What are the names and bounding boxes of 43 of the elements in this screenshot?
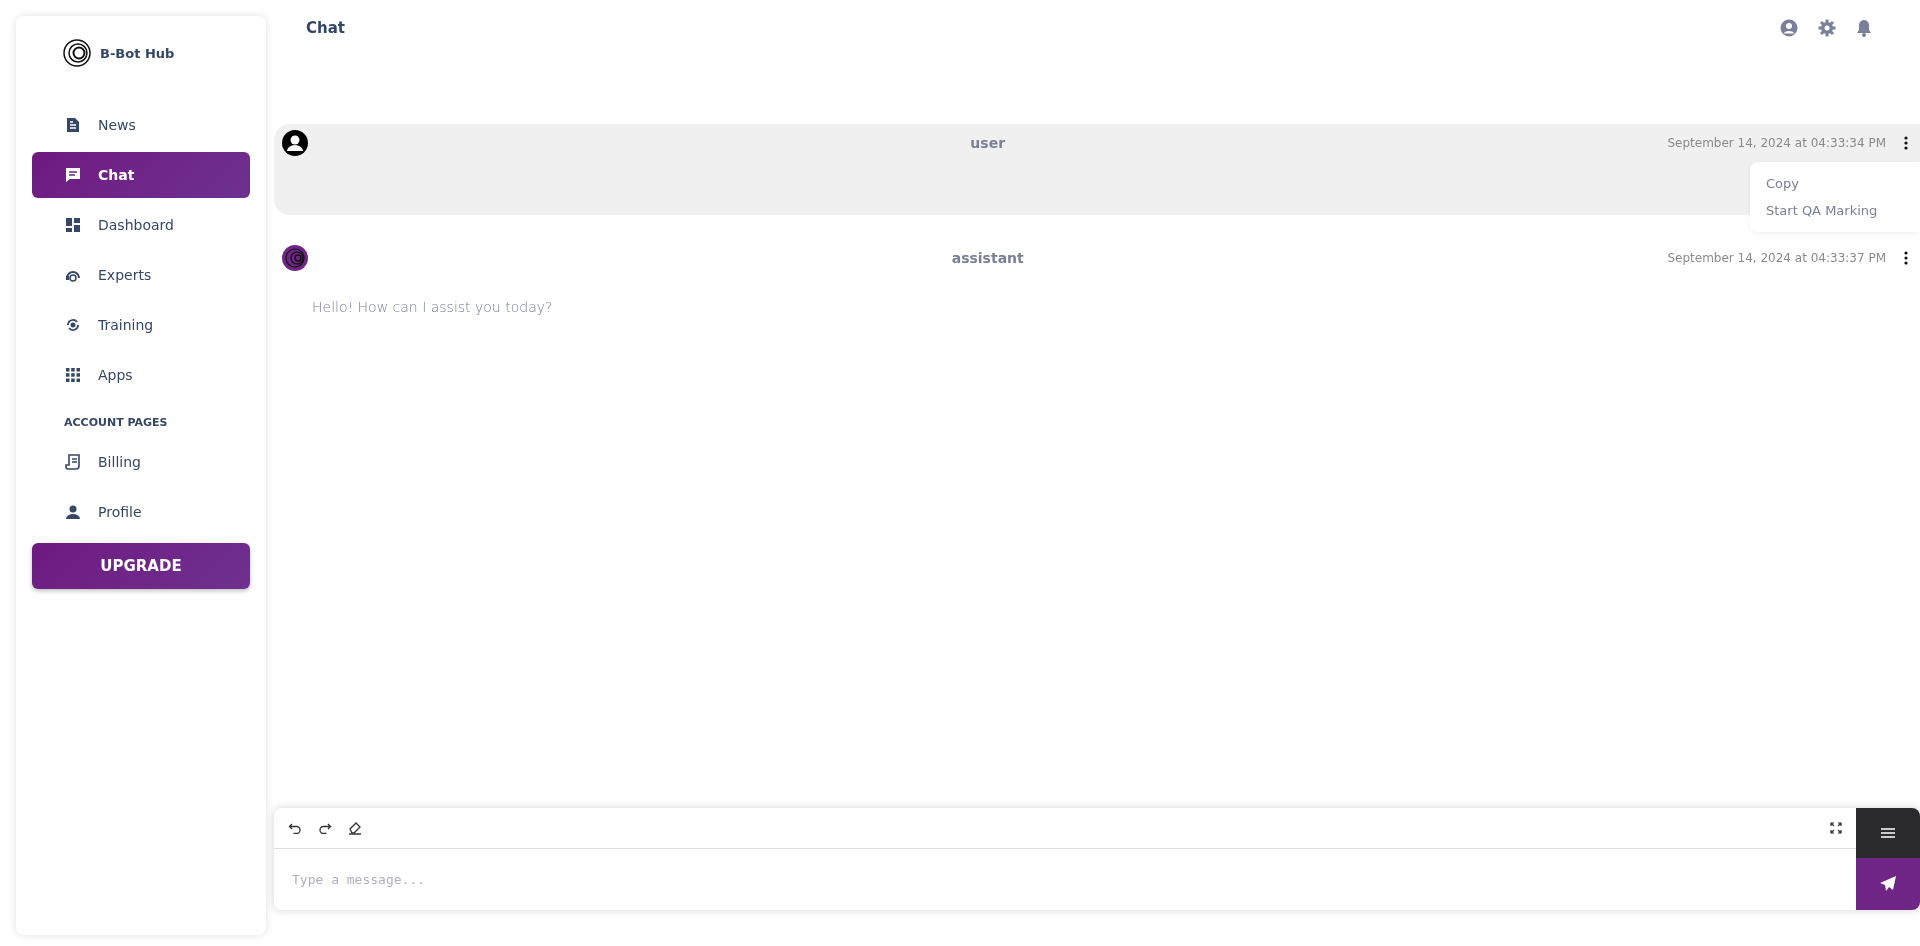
send-button[interactable] xyxy=(1856,858,1920,910)
menu-item[interactable]: Start QA Marking xyxy=(1750,197,1920,224)
send-icon xyxy=(1879,875,1897,893)
settings-icon[interactable] xyxy=(1818,19,1836,37)
refresh-icon xyxy=(64,316,82,334)
person-icon xyxy=(64,503,82,521)
nav-item[interactable]: Dashboard xyxy=(32,202,250,248)
more-options-icon[interactable] xyxy=(1904,136,1908,150)
message-text: Hello! How can I assist you today? xyxy=(311,298,554,315)
nav-item[interactable]: Training xyxy=(32,302,250,348)
receipt-icon xyxy=(64,453,82,471)
message-input[interactable]: Type a message... xyxy=(274,849,1856,910)
logo-icon xyxy=(62,38,92,68)
document-icon xyxy=(64,116,82,134)
redo-icon[interactable] xyxy=(318,822,332,834)
menu-item[interactable]: Copy xyxy=(1750,170,1920,197)
user-avatar-icon xyxy=(282,130,308,156)
section-heading: ACCOUNT PAGES xyxy=(63,415,169,431)
message-author: user xyxy=(969,135,1007,151)
undo-icon[interactable] xyxy=(288,822,302,834)
nav-item[interactable]: Profile xyxy=(32,489,250,535)
bot-avatar-icon xyxy=(282,245,308,271)
more-options-icon[interactable] xyxy=(1904,251,1908,265)
upgrade-button[interactable]: UPGRADE xyxy=(32,543,250,589)
menu-icon xyxy=(1881,828,1895,838)
page-title: Chat xyxy=(306,19,345,37)
nav-item[interactable]: Experts xyxy=(32,252,250,298)
chat-bubble-icon xyxy=(64,166,82,184)
dashboard-icon xyxy=(64,216,82,234)
expand-icon[interactable] xyxy=(1830,822,1842,834)
eraser-icon[interactable] xyxy=(348,821,362,835)
brand-name: B-Bot Hub xyxy=(100,45,175,61)
message-timestamp: September 14, 2024 at 04:33:37 PM xyxy=(1667,251,1886,265)
account-icon[interactable] xyxy=(1780,19,1798,37)
nav-item[interactable]: News xyxy=(32,102,250,148)
nav-item[interactable]: Billing xyxy=(32,439,250,485)
grid-icon xyxy=(64,366,82,384)
message-author: assistant xyxy=(950,250,1025,266)
notification-bell-icon[interactable] xyxy=(1856,19,1872,37)
message-timestamp: September 14, 2024 at 04:33:34 PM xyxy=(1667,136,1886,150)
menu-button[interactable] xyxy=(1856,808,1920,858)
nav-item[interactable]: Chat xyxy=(32,152,250,198)
nav-item[interactable]: Apps xyxy=(32,352,250,398)
